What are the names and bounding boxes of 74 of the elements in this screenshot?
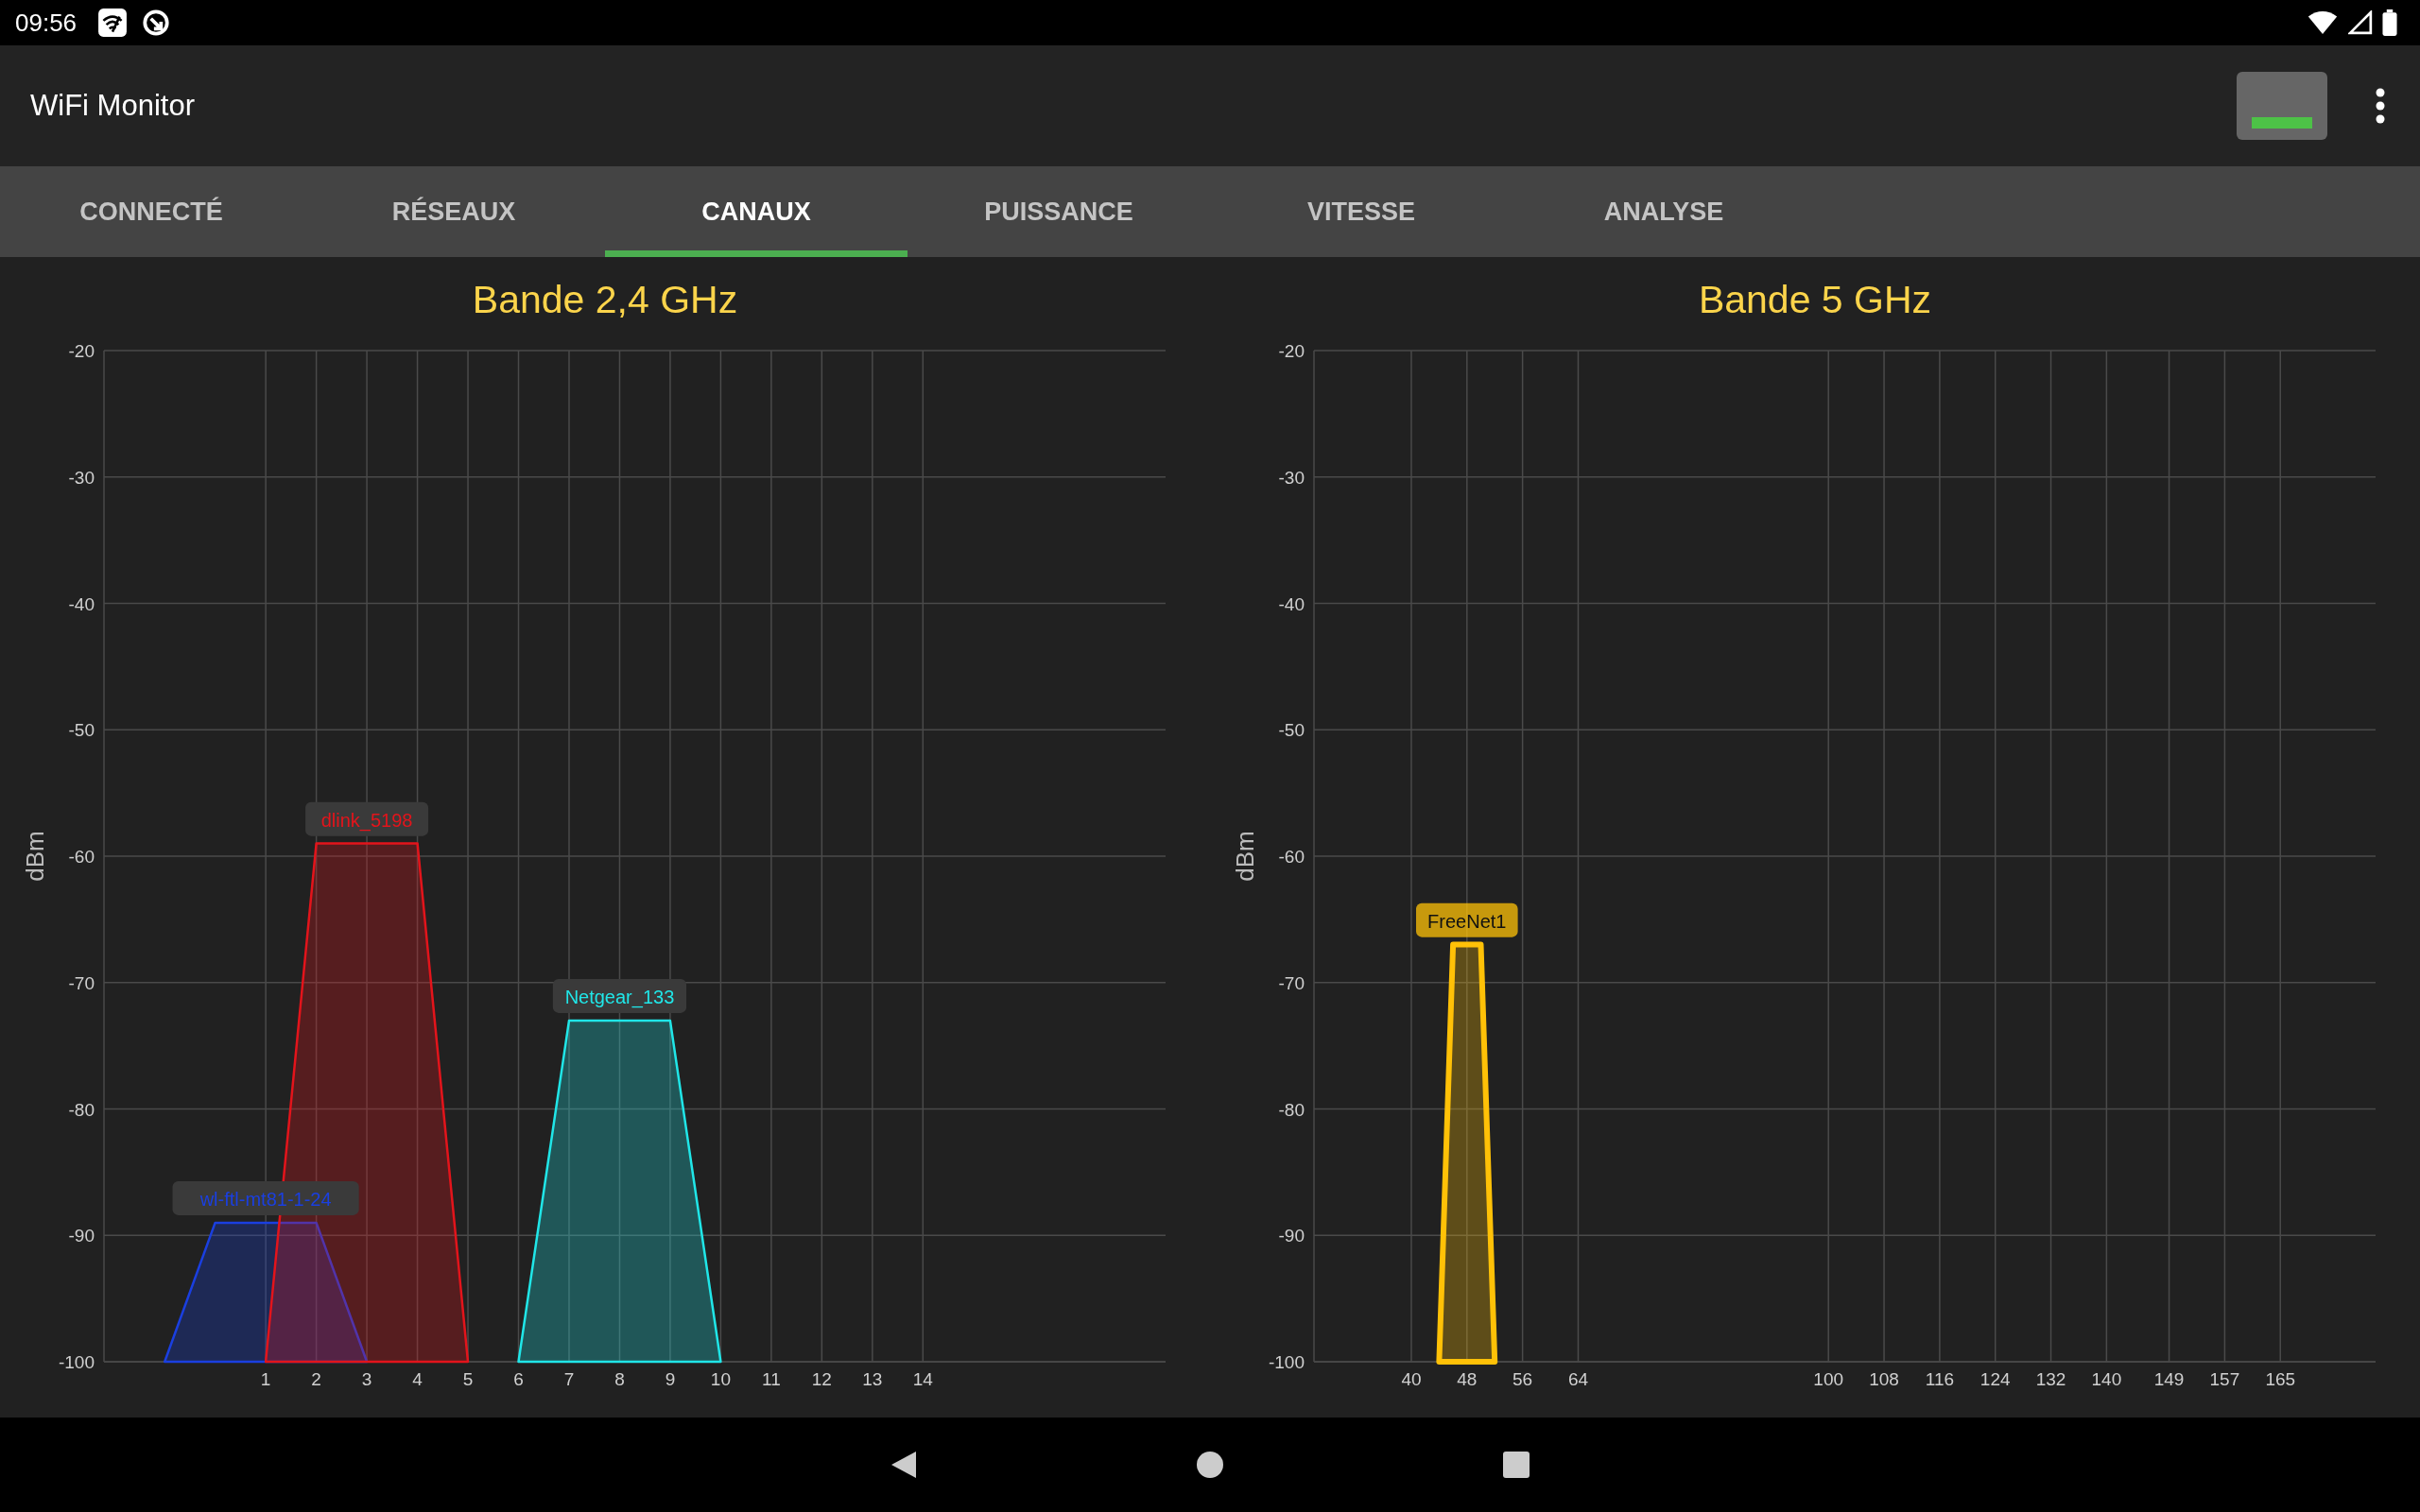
axis-tick-label: -40 [68, 593, 95, 614]
battery-icon [2382, 9, 2397, 36]
axis-tick-label: -50 [68, 720, 95, 741]
axis-tick-label: 132 [2035, 1369, 2066, 1389]
axis-tick-label: -80 [1278, 1099, 1305, 1120]
axis-tick-label: -80 [68, 1099, 95, 1120]
series-label: Netgear_133 [564, 986, 675, 1008]
series-label: FreeNet1 [1427, 910, 1507, 932]
status-time: 09:56 [15, 8, 78, 38]
network-label: Netgear_133 [552, 978, 687, 1013]
axis-tick-label: -90 [68, 1226, 95, 1246]
signal-bar-icon[interactable] [2237, 72, 2327, 140]
cell-signal-icon [2348, 10, 2373, 35]
axis-tick-label: -100 [58, 1352, 95, 1372]
series-label: dlink_5198 [320, 809, 413, 832]
axis-tick-label: -60 [68, 847, 95, 867]
axis-tick-label: -20 [1278, 342, 1305, 361]
axis-tick-label: 100 [1813, 1369, 1844, 1389]
axis-title: dBm [21, 831, 49, 882]
axis-tick-label: -100 [1268, 1352, 1305, 1372]
axis-tick-label: -30 [68, 467, 95, 488]
axis-tick-label: 140 [2091, 1369, 2122, 1389]
axis-tick-label: 5 [462, 1369, 474, 1389]
axis-tick-label: 56 [1512, 1369, 1533, 1389]
axis-tick-label: -70 [1278, 972, 1305, 993]
axis-tick-label: 6 [513, 1369, 524, 1389]
chart-title: Bande 5 GHz [1698, 277, 1932, 322]
axis-tick-label: -60 [1278, 847, 1305, 867]
tab[interactable]: VITESSE [1210, 166, 1512, 257]
axis-tick-label: 165 [2265, 1369, 2296, 1389]
axis-tick-label: -20 [68, 342, 95, 361]
axis-tick-label: 48 [1457, 1369, 1478, 1389]
axis-tick-label: -50 [1278, 720, 1305, 741]
tab[interactable]: ANALYSE [1512, 166, 1815, 257]
axis-tick-label: 157 [2209, 1369, 2240, 1389]
axis-tick-label: 108 [1869, 1369, 1899, 1389]
axis-tick-label: 1 [260, 1369, 271, 1389]
chart-title: Bande 2,4 GHz [472, 277, 738, 322]
axis-tick-label: 12 [811, 1369, 832, 1389]
axis-tick-label: 4 [412, 1369, 423, 1389]
axis-tick-label: 2 [311, 1369, 321, 1389]
axis-tick-label: 10 [710, 1369, 731, 1389]
tab[interactable]: CONNECTÉ [0, 166, 302, 257]
tab[interactable]: CANAUX [605, 166, 908, 257]
axis-tick-label: 40 [1401, 1369, 1422, 1389]
series-label: wl-ftl-mt81-1-24 [199, 1188, 332, 1210]
axis-tick-label: 13 [862, 1369, 883, 1389]
network-label: wl-ftl-mt81-1-24 [172, 1180, 359, 1215]
axis-tick-label: -30 [1278, 467, 1305, 488]
axis-tick-label: 149 [2153, 1369, 2185, 1389]
axis-tick-label: 11 [762, 1369, 781, 1389]
tab[interactable]: PUISSANCE [908, 166, 1210, 257]
axis-title: dBm [1231, 831, 1259, 882]
wifi-icon [2307, 10, 2339, 35]
network-label: FreeNet1 [1416, 902, 1518, 937]
axis-tick-label: 124 [1979, 1369, 2011, 1389]
tab[interactable]: RÉSEAUX [302, 166, 605, 257]
network-label: dlink_5198 [305, 801, 429, 836]
axis-tick-label: 9 [665, 1369, 676, 1389]
axis-tick-label: 116 [1925, 1369, 1955, 1389]
axis-tick-label: 8 [614, 1369, 625, 1389]
axis-tick-label: -90 [1278, 1226, 1305, 1246]
app-title: WiFi Monitor [30, 89, 195, 123]
more-icon[interactable] [2375, 87, 2386, 125]
axis-tick-label: -40 [1278, 593, 1305, 614]
back-icon[interactable] [890, 1451, 918, 1479]
home-icon[interactable] [1196, 1451, 1224, 1479]
axis-tick-label: 3 [361, 1369, 372, 1389]
axis-tick-label: 14 [912, 1369, 933, 1389]
axis-tick-label: 7 [563, 1369, 575, 1389]
wifi-app-icon [97, 8, 129, 38]
axis-tick-label: 64 [1567, 1369, 1589, 1389]
axis-tick-label: -70 [68, 972, 95, 993]
recents-icon[interactable] [1502, 1451, 1530, 1479]
